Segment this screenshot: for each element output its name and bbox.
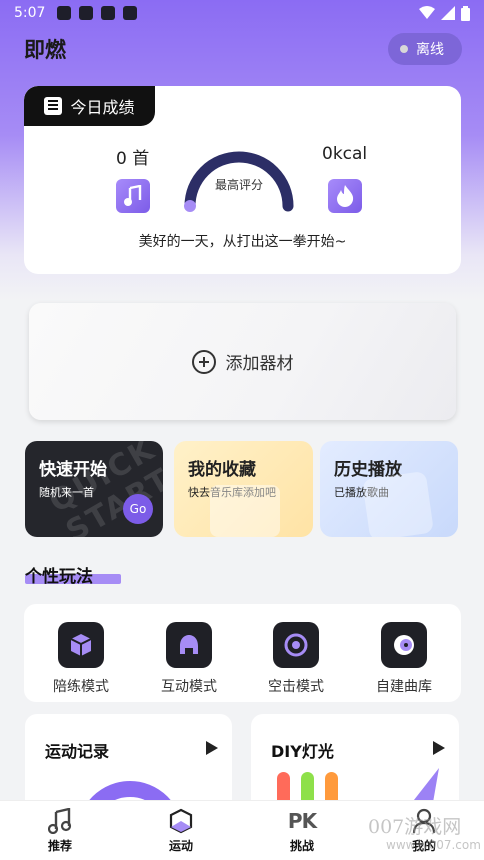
gauge-label: 最高评分 — [214, 178, 263, 192]
site-watermark: 007游戏网 — [368, 816, 462, 838]
disc-icon — [381, 622, 427, 668]
calories-count: 0kcal — [322, 144, 368, 164]
alert-icon — [79, 6, 94, 20]
tab-exercise[interactable]: 运动 — [141, 807, 221, 854]
modes-section-title: 个性玩法 — [25, 567, 93, 587]
cube-icon — [58, 622, 104, 668]
signal-icon — [441, 6, 455, 20]
fire-icon — [328, 179, 362, 213]
helmet-icon — [166, 622, 212, 668]
favorites-card[interactable]: 我的收藏 快去音乐库添加吧 — [174, 441, 313, 537]
music-note-icon — [116, 179, 150, 213]
tab-label: 挑战 — [289, 839, 314, 853]
pk-glyph: PK — [287, 809, 317, 833]
status-bar: 5:07 — [0, 0, 484, 26]
favorites-title: 我的收藏 — [188, 460, 256, 480]
cube-icon — [141, 807, 221, 835]
today-score-card[interactable]: 今日成绩 0 首 0kcal 最高评分 美好的一天，从打出这一拳开始~ — [24, 86, 461, 274]
pk-icon: PK — [262, 807, 342, 835]
target-icon — [273, 622, 319, 668]
modes-card: 陪练模式 互动模式 空击模式 自建曲库 — [24, 604, 461, 702]
quick-start-card[interactable]: QUICK START 快速开始 随机来一首 Go — [25, 441, 163, 537]
record-title: 运动记录 — [45, 742, 110, 761]
add-equipment-button[interactable]: 添加器材 — [29, 303, 456, 420]
diy-title: DIY灯光 — [271, 742, 334, 761]
history-card[interactable]: 历史播放 已播放歌曲 — [320, 441, 458, 537]
motto-text: 美好的一天，从打出这一拳开始~ — [138, 234, 347, 250]
mode-custom-library[interactable]: 自建曲库 — [364, 622, 444, 696]
tab-recommend[interactable]: 推荐 — [20, 807, 100, 854]
plus-circle-icon — [191, 349, 216, 374]
today-tag: 今日成绩 — [24, 86, 155, 126]
site-watermark-url: www.jy007.com — [386, 838, 481, 852]
wifi-icon — [419, 6, 435, 19]
play-icon — [433, 741, 445, 755]
mode-label: 陪练模式 — [53, 679, 109, 695]
music-note-icon — [20, 807, 100, 835]
badge-icon — [44, 97, 63, 115]
app-icon — [123, 6, 138, 20]
app-header: 即燃 离线 — [24, 33, 462, 65]
connection-dot-icon — [400, 45, 408, 53]
tab-label: 运动 — [168, 839, 193, 853]
offline-label: 离线 — [416, 42, 444, 58]
today-tag-label: 今日成绩 — [70, 98, 135, 117]
tab-label: 推荐 — [47, 839, 72, 853]
add-equipment-label: 添加器材 — [225, 354, 294, 374]
list-illustration-icon — [210, 485, 280, 537]
mode-label: 空击模式 — [268, 679, 324, 695]
mode-label: 互动模式 — [161, 679, 217, 695]
font-icon — [101, 6, 116, 20]
mode-label: 自建曲库 — [376, 679, 432, 695]
notification-icon — [57, 6, 72, 20]
music-illustration-icon — [361, 470, 435, 537]
tab-challenge[interactable]: PK 挑战 — [262, 807, 342, 854]
status-time: 5:07 — [14, 5, 46, 21]
mode-interactive[interactable]: 互动模式 — [149, 622, 229, 696]
mode-shadowboxing[interactable]: 空击模式 — [256, 622, 336, 696]
app-title: 即燃 — [24, 38, 66, 62]
offline-status-button[interactable]: 离线 — [388, 33, 462, 65]
play-icon — [206, 741, 218, 755]
songs-count: 0 首 — [116, 149, 150, 169]
score-gauge — [184, 151, 294, 212]
battery-icon — [461, 5, 470, 21]
mode-sparring[interactable]: 陪练模式 — [41, 622, 121, 696]
go-button[interactable]: Go — [123, 494, 153, 524]
